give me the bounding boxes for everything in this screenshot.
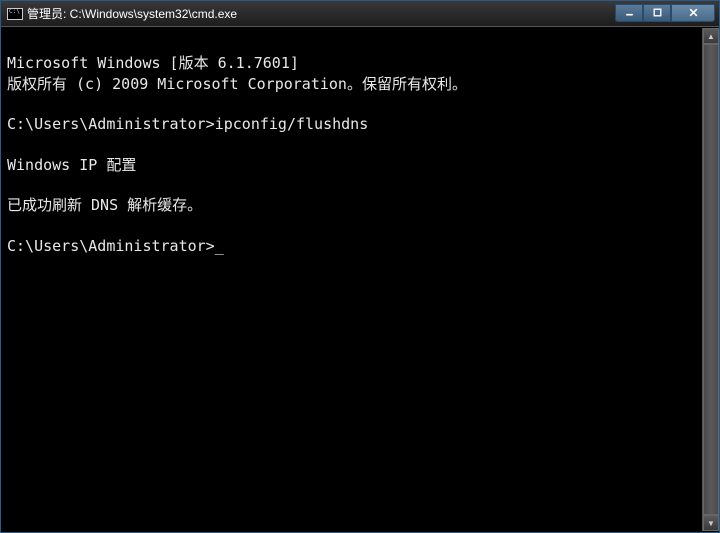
prompt-path: C:\Users\Administrator> [7, 237, 215, 255]
cmd-icon [7, 8, 23, 20]
output-line: 版权所有 (c) 2009 Microsoft Corporation。保留所有… [7, 75, 467, 93]
window-controls [615, 4, 715, 24]
window-title: 管理员: C:\Windows\system32\cmd.exe [27, 5, 615, 22]
output-line: Microsoft Windows [版本 6.1.7601] [7, 54, 299, 72]
terminal-body[interactable]: Microsoft Windows [版本 6.1.7601] 版权所有 (c)… [1, 27, 719, 532]
scroll-down-button[interactable]: ▼ [703, 515, 719, 531]
prompt-path: C:\Users\Administrator> [7, 115, 215, 133]
cmd-window: 管理员: C:\Windows\system32\cmd.exe Microso… [0, 0, 720, 533]
titlebar[interactable]: 管理员: C:\Windows\system32\cmd.exe [1, 1, 719, 27]
scrollbar[interactable]: ▲ ▼ [702, 28, 718, 531]
scroll-thumb[interactable] [703, 44, 719, 515]
typed-command: ipconfig/flushdns [215, 115, 369, 133]
close-button[interactable] [671, 4, 715, 22]
cursor: _ [215, 237, 224, 255]
maximize-button[interactable] [643, 4, 671, 22]
scroll-up-button[interactable]: ▲ [703, 28, 719, 44]
prompt-line: C:\Users\Administrator>_ [7, 237, 224, 255]
output-line: 已成功刷新 DNS 解析缓存。 [7, 196, 202, 214]
output-line: Windows IP 配置 [7, 156, 136, 174]
prompt-line: C:\Users\Administrator>ipconfig/flushdns [7, 115, 368, 133]
minimize-button[interactable] [615, 4, 643, 22]
